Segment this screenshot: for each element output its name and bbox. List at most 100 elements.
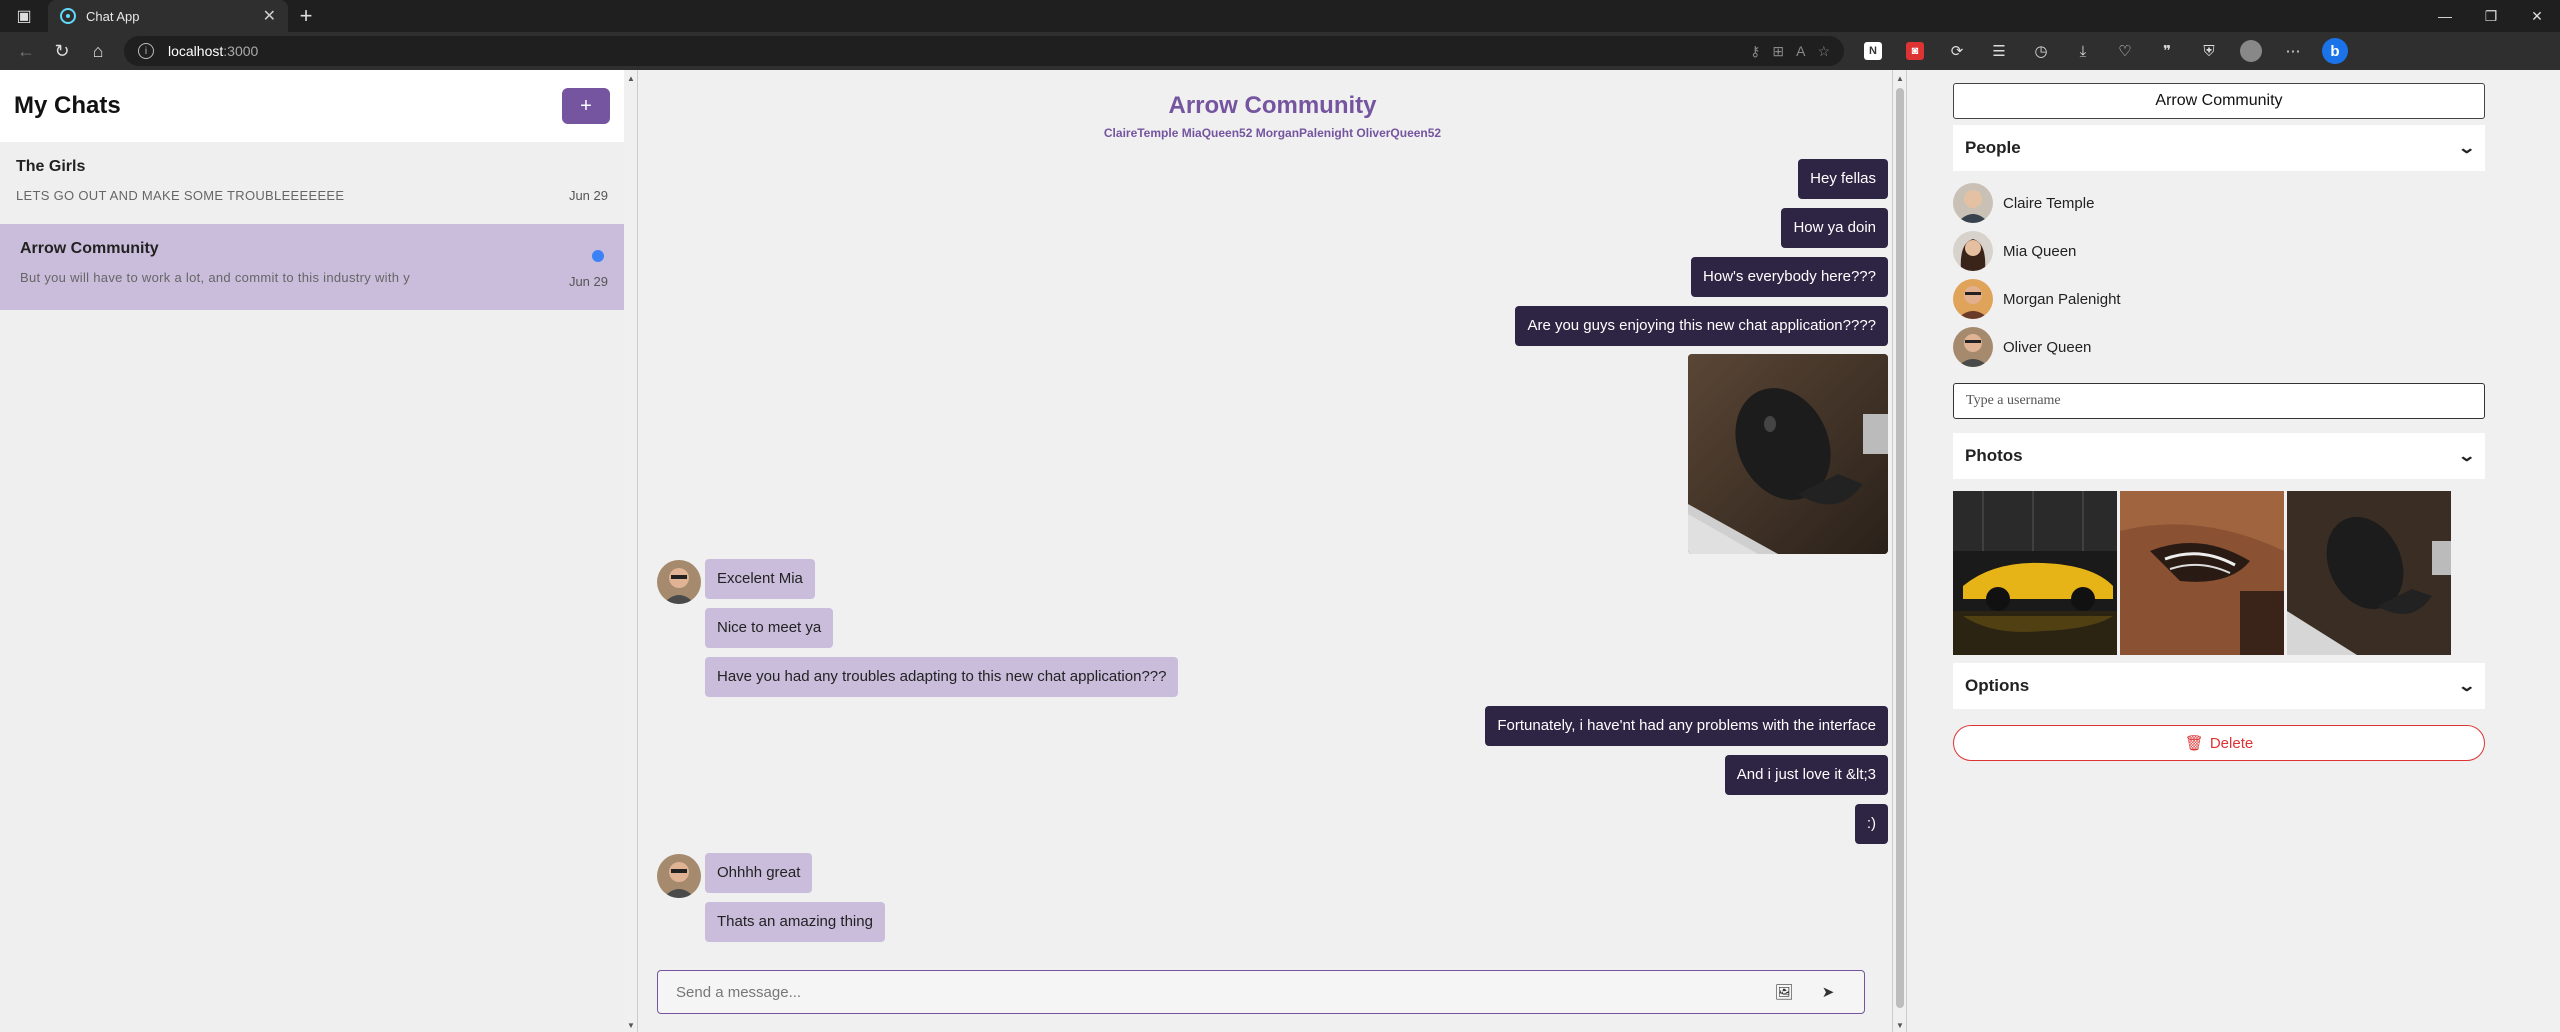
message-bubble: And i just love it &lt;3: [1724, 755, 1888, 795]
window-controls: — ❐ ✕: [2422, 0, 2560, 32]
history-icon[interactable]: ◷: [2024, 36, 2058, 66]
send-icon[interactable]: ➤: [1810, 977, 1846, 1007]
username-input[interactable]: [1953, 383, 2485, 419]
message-bubble: Ohhhh great: [705, 853, 813, 893]
add-chat-button[interactable]: +: [562, 88, 610, 124]
chat-card-date: Jun 29: [568, 274, 608, 289]
key-icon[interactable]: ⚷: [1750, 43, 1760, 60]
chevron-down-icon: ⌄: [2456, 678, 2476, 695]
scroll-down-icon[interactable]: ▼: [627, 1021, 635, 1030]
chat-app: My Chats + The Girls LETS GO OUT AND MAK…: [0, 70, 2560, 1032]
url-host: localhost: [168, 43, 224, 59]
more-icon[interactable]: ⋯: [2276, 36, 2310, 66]
chat-settings: Arrow Community People ⌄ Claire Temple M…: [1906, 70, 2560, 1032]
heartbeat-icon[interactable]: ♡: [2108, 36, 2142, 66]
options-label: Options: [1965, 676, 2030, 695]
url-port: :3000: [223, 43, 259, 59]
message-input[interactable]: [676, 983, 1758, 1001]
new-tab-button[interactable]: +: [288, 0, 324, 32]
message-bubble: Nice to meet ya: [705, 608, 834, 648]
site-info-icon[interactable]: i: [138, 43, 154, 59]
options-section-header[interactable]: Options ⌄: [1953, 663, 2485, 709]
photos-section-header[interactable]: Photos ⌄: [1953, 433, 2485, 479]
image-upload-icon[interactable]: 🖼: [1766, 977, 1802, 1007]
address-bar[interactable]: i localhost:3000 ⚷ ⊞ A ☆: [124, 36, 1844, 66]
extension-red-icon[interactable]: ◙: [1898, 36, 1932, 66]
tab-close-icon[interactable]: ✕: [263, 6, 276, 26]
person-row[interactable]: Morgan Palenight: [1953, 277, 2121, 321]
avatar-woman-image: [1953, 231, 1993, 271]
chat-feed: Arrow Community ClaireTemple MiaQueen52 …: [639, 70, 1906, 1032]
person-name: Claire Temple: [2003, 194, 2095, 212]
trash-icon: 🗑: [2184, 735, 2204, 752]
person-avatar: [1953, 279, 1993, 319]
person-row[interactable]: Mia Queen: [1953, 229, 2076, 273]
refresh-icon[interactable]: ↻: [44, 36, 80, 66]
download-icon[interactable]: ⤓: [2066, 36, 2100, 66]
tab-actions-icon[interactable]: ▣: [0, 0, 48, 32]
person-avatar: [1953, 327, 1993, 367]
message-bubble: :): [1854, 804, 1888, 844]
feed-scrollbar[interactable]: ▲ ▼: [1892, 70, 1906, 1032]
chat-list-scrollbar[interactable]: ▲ ▼: [624, 70, 638, 1032]
address-bar-icons: ⚷ ⊞ A ☆: [258, 43, 1830, 60]
people-section-header[interactable]: People ⌄: [1953, 125, 2485, 171]
shield-icon[interactable]: ⛨: [2192, 36, 2226, 66]
extension-icon[interactable]: N: [1856, 36, 1890, 66]
photo-thumbnail[interactable]: [1953, 491, 2117, 655]
avatar-man-image: [1953, 327, 1993, 367]
photo-thumbnail[interactable]: [2287, 491, 2451, 655]
minimize-icon[interactable]: —: [2422, 0, 2468, 32]
browser-tab[interactable]: Chat App ✕: [48, 0, 288, 32]
quote-icon[interactable]: ❞: [2150, 36, 2184, 66]
chat-card-the-girls[interactable]: The Girls LETS GO OUT AND MAKE SOME TROU…: [0, 142, 624, 224]
bing-icon[interactable]: b: [2318, 36, 2352, 66]
mouse-photo-image: [1688, 354, 1888, 554]
photo-thumbnail[interactable]: [2120, 491, 2284, 655]
message-bubble: Thats an amazing thing: [705, 902, 885, 942]
sync-icon[interactable]: ⟳: [1940, 36, 1974, 66]
person-name: Mia Queen: [2003, 242, 2077, 260]
scroll-thumb[interactable]: [1896, 88, 1904, 1008]
browser-toolbar: ← ↻ ⌂ i localhost:3000 ⚷ ⊞ A ☆ N ◙ ⟳ ☰ ◷…: [0, 32, 2560, 70]
person-row[interactable]: Claire Temple: [1953, 181, 2094, 225]
message-bubble: Excelent Mia: [705, 559, 815, 599]
message-photo-mouse[interactable]: [1688, 354, 1888, 554]
favorites-icon[interactable]: ☰: [1982, 36, 2016, 66]
scroll-up-icon[interactable]: ▲: [627, 74, 635, 83]
scroll-up-icon[interactable]: ▲: [1896, 74, 1904, 83]
person-row[interactable]: Oliver Queen: [1953, 325, 2091, 369]
message-bubble: Have you had any troubles adapting to th…: [705, 657, 1179, 697]
avatar-man-image: [1953, 279, 1993, 319]
chat-card-date: Jun 29: [568, 188, 608, 203]
favorite-star-icon[interactable]: ☆: [1817, 43, 1830, 60]
restore-icon[interactable]: ❐: [2468, 0, 2514, 32]
profile-avatar-icon[interactable]: [2234, 36, 2268, 66]
person-name: Oliver Queen: [2003, 338, 2092, 356]
avatar-woman-image: [1953, 183, 1993, 223]
extensions-toolbar: N ◙ ⟳ ☰ ◷ ⤓ ♡ ❞ ⛨ ⋯ b: [1856, 36, 2352, 66]
unread-dot: [592, 250, 604, 262]
close-window-icon[interactable]: ✕: [2514, 0, 2560, 32]
chat-card-preview: LETS GO OUT AND MAKE SOME TROUBLEEEEEEE: [16, 188, 345, 203]
back-icon[interactable]: ←: [8, 36, 44, 66]
delete-chat-button[interactable]: 🗑 Delete: [1953, 725, 2485, 761]
scroll-down-icon[interactable]: ▼: [1896, 1021, 1904, 1030]
chevron-down-icon: ⌄: [2456, 140, 2476, 157]
chat-list-header: My Chats +: [0, 70, 624, 142]
chat-card-title: Arrow Community: [20, 240, 159, 257]
chat-card-arrow-community[interactable]: Arrow Community But you will have to wor…: [0, 224, 624, 310]
car-headlight-photo-image: [2120, 491, 2284, 655]
browser-titlebar: ▣ Chat App ✕ + — ❐ ✕: [0, 0, 2560, 32]
message-bubble: Fortunately, i have'nt had any problems …: [1485, 706, 1888, 746]
apps-icon[interactable]: ⊞: [1772, 43, 1784, 60]
read-aloud-icon[interactable]: A: [1796, 43, 1805, 60]
person-avatar: [1953, 231, 1993, 271]
message-bubble: Are you guys enjoying this new chat appl…: [1515, 306, 1888, 346]
photos-label: Photos: [1965, 446, 2023, 465]
chat-title-field[interactable]: Arrow Community: [1953, 83, 2485, 119]
status-dot: [1953, 183, 1959, 189]
tab-title: Chat App: [86, 8, 140, 24]
home-icon[interactable]: ⌂: [80, 36, 116, 66]
mouse-photo-image: [2287, 491, 2451, 655]
